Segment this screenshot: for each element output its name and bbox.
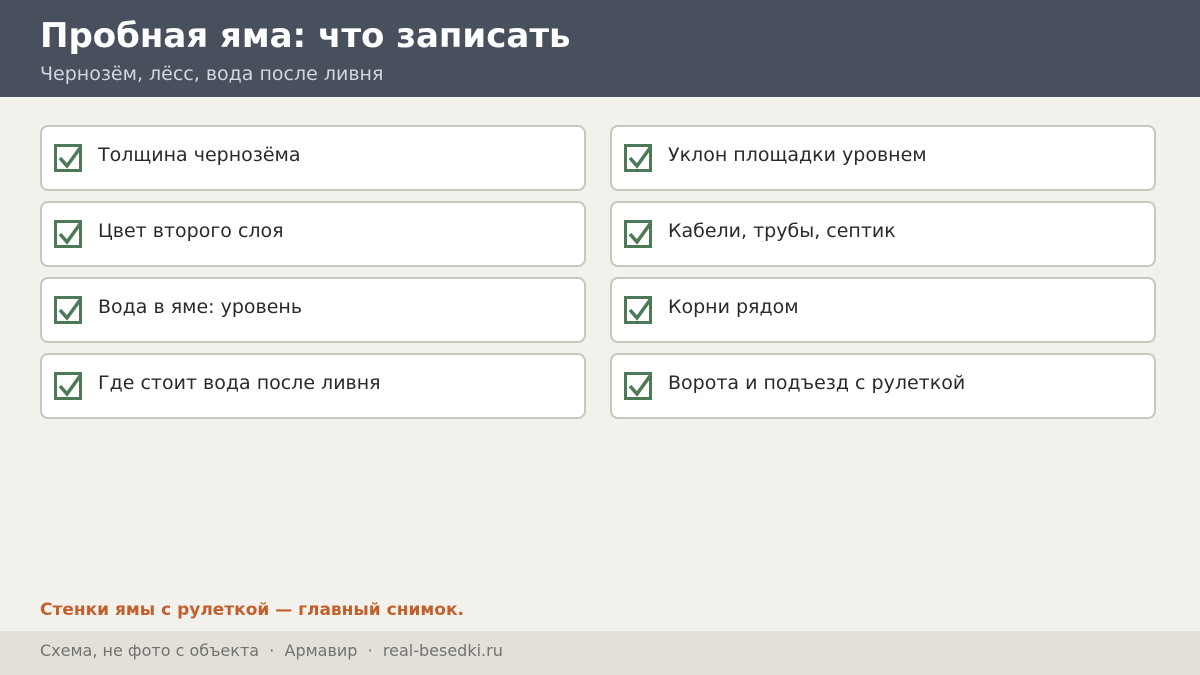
checklist-item: Ворота и подъезд с рулеткой: [610, 353, 1156, 419]
checklist-item-label: Где стоит вода после ливня: [98, 372, 381, 394]
checklist-item: Корни рядом: [610, 277, 1156, 343]
page-title: Пробная яма: что записать: [40, 16, 571, 56]
checklist-item: Цвет второго слоя: [40, 201, 586, 267]
header-bar: Пробная яма: что записать Чернозём, лёсс…: [0, 0, 1200, 97]
checklist-item-label: Толщина чернозёма: [98, 144, 301, 166]
checklist-item-label: Уклон площадки уровнем: [668, 144, 927, 166]
checklist-item: Кабели, трубы, септик: [610, 201, 1156, 267]
checklist-grid: Толщина чернозёма Уклон площадки уровнем…: [40, 125, 1156, 419]
checkbox-checked-icon: [54, 296, 84, 326]
checklist-item-label: Ворота и подъезд с рулеткой: [668, 372, 966, 394]
checklist-item: Где стоит вода после ливня: [40, 353, 586, 419]
checklist-item: Толщина чернозёма: [40, 125, 586, 191]
checkbox-checked-icon: [624, 220, 654, 250]
checkbox-checked-icon: [624, 144, 654, 174]
page-subtitle: Чернозём, лёсс, вода после ливня: [40, 63, 384, 85]
checkbox-checked-icon: [54, 372, 84, 402]
checklist-item-label: Кабели, трубы, септик: [668, 220, 896, 242]
checklist-item-label: Корни рядом: [668, 296, 799, 318]
footer-bar: Схема, не фото с объекта · Армавир · rea…: [0, 631, 1200, 675]
checkbox-checked-icon: [624, 296, 654, 326]
checklist-item: Вода в яме: уровень: [40, 277, 586, 343]
footer-caption: Схема, не фото с объекта · Армавир · rea…: [40, 641, 503, 660]
checkbox-checked-icon: [54, 144, 84, 174]
checkbox-checked-icon: [54, 220, 84, 250]
checklist-item-label: Цвет второго слоя: [98, 220, 284, 242]
highlight-note: Стенки ямы с рулеткой — главный снимок.: [40, 600, 464, 620]
checklist-item: Уклон площадки уровнем: [610, 125, 1156, 191]
checklist-item-label: Вода в яме: уровень: [98, 296, 303, 318]
checkbox-checked-icon: [624, 372, 654, 402]
